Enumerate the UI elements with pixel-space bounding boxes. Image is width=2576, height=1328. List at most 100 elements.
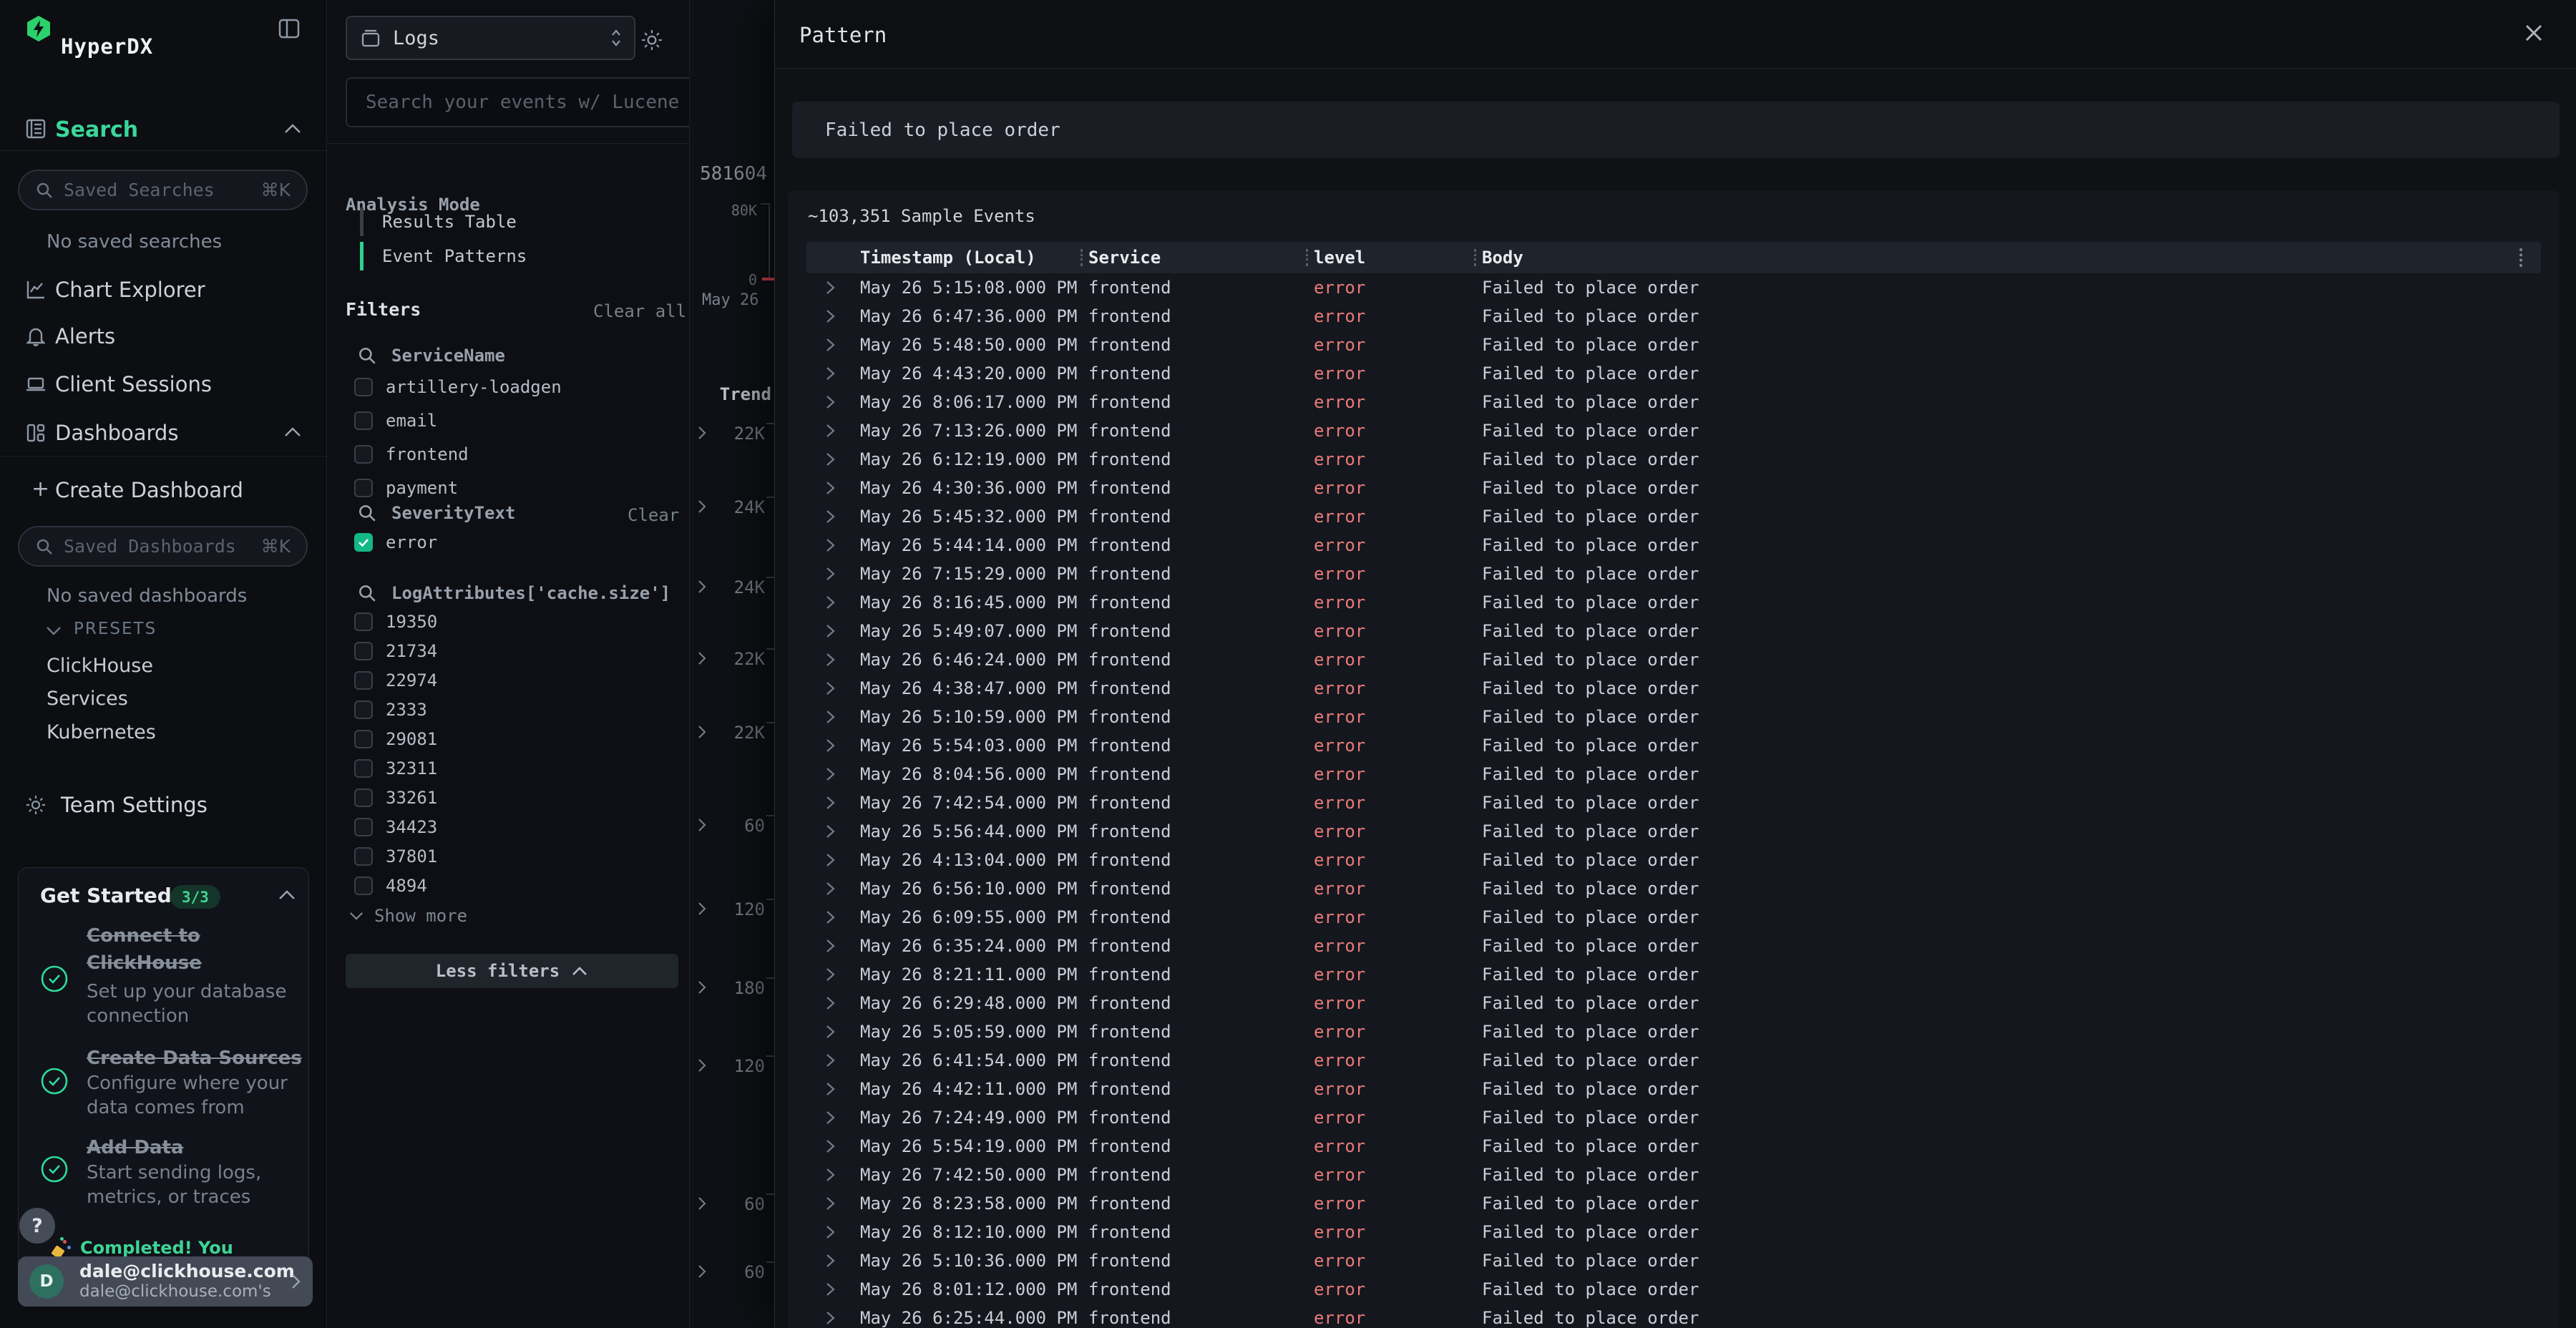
column-header-timestamp[interactable]: Timestamp (Local) <box>860 248 1075 268</box>
chevron-right-icon[interactable] <box>697 426 707 440</box>
filter-option-4894[interactable]: 4894 <box>354 874 427 898</box>
checkbox-unchecked[interactable] <box>354 445 373 464</box>
event-pattern-row[interactable]: 60 <box>690 1257 774 1286</box>
expand-row-chevron-icon[interactable] <box>806 308 860 324</box>
expand-row-chevron-icon[interactable] <box>806 280 860 296</box>
expand-row-chevron-icon[interactable] <box>806 995 860 1011</box>
expand-row-chevron-icon[interactable] <box>806 509 860 524</box>
source-settings-gear-icon[interactable] <box>640 29 663 52</box>
checkbox-unchecked[interactable] <box>354 877 373 895</box>
event-pattern-row[interactable]: 60 <box>690 811 774 839</box>
sidebar-item-team-settings[interactable]: Team Settings <box>61 793 208 817</box>
checkbox-unchecked[interactable] <box>354 788 373 807</box>
expand-row-chevron-icon[interactable] <box>806 366 860 381</box>
table-row[interactable]: May 26 6:12:19.000 PMfrontenderrorFailed… <box>806 445 2541 474</box>
filter-option-29081[interactable]: 29081 <box>354 727 437 751</box>
column-resize-handle[interactable] <box>1474 249 1476 266</box>
chevron-up-icon[interactable] <box>278 889 296 901</box>
sidebar-item-client-sessions[interactable]: Client Sessions <box>55 372 212 396</box>
expand-row-chevron-icon[interactable] <box>806 595 860 610</box>
expand-row-chevron-icon[interactable] <box>806 795 860 811</box>
gs-step-title[interactable]: ClickHouse <box>87 952 202 974</box>
show-more-button[interactable]: Show more <box>348 906 467 926</box>
filter-option-payment[interactable]: payment <box>354 476 458 500</box>
expand-row-chevron-icon[interactable] <box>806 1081 860 1097</box>
table-row[interactable]: May 26 6:46:24.000 PMfrontenderrorFailed… <box>806 645 2541 674</box>
clear-all-filters-button[interactable]: Clear all <box>593 301 686 321</box>
user-menu[interactable]: D dale@clickhouse.com dale@clickhouse.co… <box>18 1256 313 1307</box>
expand-row-chevron-icon[interactable] <box>806 480 860 496</box>
filter-option-32311[interactable]: 32311 <box>354 756 437 781</box>
event-pattern-row[interactable]: 22K <box>690 644 774 673</box>
table-row[interactable]: May 26 6:25:44.000 PMfrontenderrorFailed… <box>806 1304 2541 1328</box>
filter-option-34423[interactable]: 34423 <box>354 815 437 839</box>
checkbox-unchecked[interactable] <box>354 759 373 778</box>
checkbox-unchecked[interactable] <box>354 378 373 396</box>
checkbox-unchecked[interactable] <box>354 642 373 660</box>
table-row[interactable]: May 26 5:45:32.000 PMfrontenderrorFailed… <box>806 502 2541 531</box>
less-filters-button[interactable]: Less filters <box>346 954 678 988</box>
table-row[interactable]: May 26 5:15:08.000 PMfrontenderrorFailed… <box>806 273 2541 302</box>
expand-row-chevron-icon[interactable] <box>806 1024 860 1040</box>
event-pattern-row[interactable]: 22K <box>690 718 774 746</box>
filter-option-37801[interactable]: 37801 <box>354 844 437 869</box>
expand-row-chevron-icon[interactable] <box>806 938 860 954</box>
chevron-up-icon[interactable] <box>283 123 302 135</box>
table-row[interactable]: May 26 8:12:10.000 PMfrontenderrorFailed… <box>806 1218 2541 1246</box>
filter-option-artillery-loadgen[interactable]: artillery-loadgen <box>354 375 562 399</box>
expand-row-chevron-icon[interactable] <box>806 881 860 897</box>
expand-row-chevron-icon[interactable] <box>806 1138 860 1154</box>
table-row[interactable]: May 26 8:04:56.000 PMfrontenderrorFailed… <box>806 760 2541 788</box>
event-pattern-row[interactable]: 60 <box>690 1189 774 1218</box>
filter-option-19350[interactable]: 19350 <box>354 610 437 634</box>
column-resize-handle[interactable] <box>1306 249 1308 266</box>
clear-severity-filter-button[interactable]: Clear <box>628 505 679 525</box>
expand-row-chevron-icon[interactable] <box>806 1053 860 1068</box>
column-header-service[interactable]: Service <box>1088 248 1300 268</box>
sidebar-item-search[interactable]: Search <box>55 117 138 142</box>
help-button[interactable]: ? <box>19 1208 55 1244</box>
table-row[interactable]: May 26 4:13:04.000 PMfrontenderrorFailed… <box>806 846 2541 874</box>
chevron-right-icon[interactable] <box>697 725 707 739</box>
filter-option-21734[interactable]: 21734 <box>354 639 437 663</box>
chevron-right-icon[interactable] <box>697 1196 707 1211</box>
checkbox-unchecked[interactable] <box>354 411 373 430</box>
table-row[interactable]: May 26 6:09:55.000 PMfrontenderrorFailed… <box>806 903 2541 932</box>
table-row[interactable]: May 26 5:05:59.000 PMfrontenderrorFailed… <box>806 1017 2541 1046</box>
expand-row-chevron-icon[interactable] <box>806 623 860 639</box>
table-row[interactable]: May 26 7:24:49.000 PMfrontenderrorFailed… <box>806 1103 2541 1132</box>
event-pattern-row[interactable]: 24K <box>690 492 774 521</box>
source-select[interactable]: Logs <box>346 16 635 60</box>
checkbox-unchecked[interactable] <box>354 847 373 866</box>
gs-step-title[interactable]: Add Data <box>87 1137 184 1158</box>
chevron-right-icon[interactable] <box>697 580 707 594</box>
table-row[interactable]: May 26 4:42:11.000 PMfrontenderrorFailed… <box>806 1075 2541 1103</box>
table-row[interactable]: May 26 8:01:12.000 PMfrontenderrorFailed… <box>806 1275 2541 1304</box>
preset-item-services[interactable]: Services <box>47 688 128 710</box>
table-row[interactable]: May 26 7:42:50.000 PMfrontenderrorFailed… <box>806 1161 2541 1189</box>
preset-item-kubernetes[interactable]: Kubernetes <box>47 721 156 743</box>
sidebar-item-alerts[interactable]: Alerts <box>55 324 115 348</box>
table-row[interactable]: May 26 7:42:54.000 PMfrontenderrorFailed… <box>806 788 2541 817</box>
filter-option-frontend[interactable]: frontend <box>354 442 469 467</box>
presets-section-label[interactable]: PRESETS <box>74 620 157 638</box>
table-row[interactable]: May 26 6:41:54.000 PMfrontenderrorFailed… <box>806 1046 2541 1075</box>
checkbox-unchecked[interactable] <box>354 730 373 748</box>
expand-row-chevron-icon[interactable] <box>806 1110 860 1126</box>
table-row[interactable]: May 26 6:29:48.000 PMfrontenderrorFailed… <box>806 989 2541 1017</box>
close-icon[interactable] <box>2522 21 2545 44</box>
chevron-right-icon[interactable] <box>697 1058 707 1073</box>
checkbox-unchecked[interactable] <box>354 479 373 497</box>
table-row[interactable]: May 26 4:43:20.000 PMfrontenderrorFailed… <box>806 359 2541 388</box>
table-options-kebab-icon[interactable] <box>2519 248 2522 267</box>
sidebar-item-chart-explorer[interactable]: Chart Explorer <box>55 278 205 302</box>
table-row[interactable]: May 26 5:48:50.000 PMfrontenderrorFailed… <box>806 331 2541 359</box>
table-row[interactable]: May 26 6:35:24.000 PMfrontenderrorFailed… <box>806 932 2541 960</box>
expand-row-chevron-icon[interactable] <box>806 652 860 668</box>
event-pattern-row[interactable]: 180 <box>690 973 774 1002</box>
table-row[interactable]: May 26 5:54:19.000 PMfrontenderrorFailed… <box>806 1132 2541 1161</box>
preset-item-clickhouse[interactable]: ClickHouse <box>47 655 153 677</box>
event-pattern-row[interactable]: 120 <box>690 894 774 923</box>
checkbox-unchecked[interactable] <box>354 612 373 631</box>
table-row[interactable]: May 26 5:56:44.000 PMfrontenderrorFailed… <box>806 817 2541 846</box>
